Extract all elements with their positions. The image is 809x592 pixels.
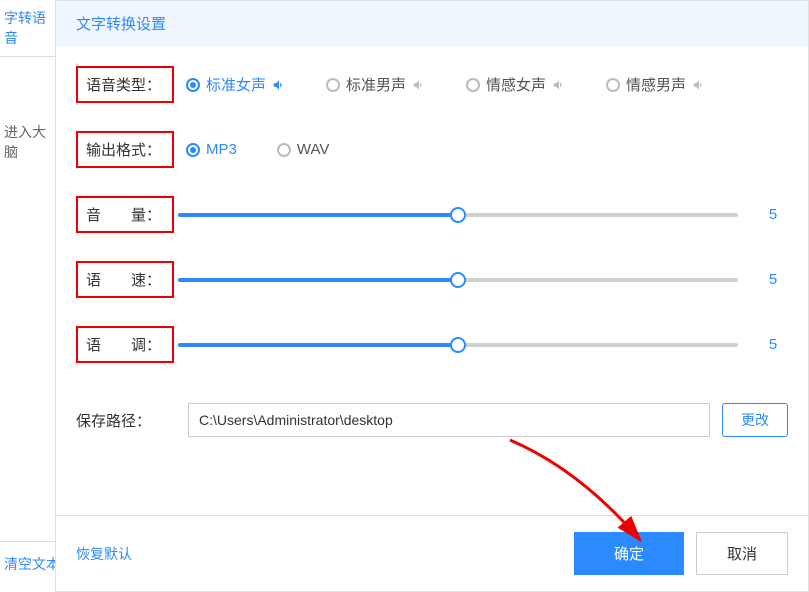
- pitch-value: 5: [758, 336, 788, 353]
- voice-type-option-emotion-female[interactable]: 情感女声: [466, 74, 566, 95]
- confirm-button[interactable]: 确定: [574, 532, 684, 575]
- volume-slider[interactable]: [178, 205, 738, 225]
- bg-tab[interactable]: 字转语音: [0, 0, 55, 57]
- radio-icon: [186, 143, 200, 157]
- bg-clear-button[interactable]: 清空文本: [4, 554, 60, 574]
- speed-label: 语 速：: [76, 261, 174, 298]
- radio-icon: [326, 78, 340, 92]
- radio-label: WAV: [297, 141, 330, 158]
- change-path-button[interactable]: 更改: [722, 403, 788, 437]
- cancel-button[interactable]: 取消: [696, 532, 788, 575]
- volume-value: 5: [758, 206, 788, 223]
- radio-label: 情感女声: [486, 74, 546, 95]
- radio-icon: [186, 78, 200, 92]
- save-path-input[interactable]: [188, 403, 710, 437]
- output-format-option-wav[interactable]: WAV: [277, 141, 330, 158]
- sound-icon: [412, 78, 426, 92]
- settings-panel: 文字转换设置 语音类型： 标准女声 标准男声 情感女声: [55, 0, 809, 592]
- output-format-label: 输出格式：: [76, 131, 174, 168]
- radio-label: 标准女声: [206, 74, 266, 95]
- voice-type-option-emotion-male[interactable]: 情感男声: [606, 74, 706, 95]
- radio-icon: [606, 78, 620, 92]
- pitch-label: 语 调：: [76, 326, 174, 363]
- radio-icon: [277, 143, 291, 157]
- radio-label: 情感男声: [626, 74, 686, 95]
- speed-value: 5: [758, 271, 788, 288]
- speed-slider[interactable]: [178, 270, 738, 290]
- panel-title: 文字转换设置: [56, 1, 808, 46]
- radio-label: 标准男声: [346, 74, 406, 95]
- pitch-slider[interactable]: [178, 335, 738, 355]
- voice-type-label: 语音类型：: [76, 66, 174, 103]
- sound-icon: [552, 78, 566, 92]
- radio-icon: [466, 78, 480, 92]
- sound-icon: [692, 78, 706, 92]
- volume-label: 音 量：: [76, 196, 174, 233]
- voice-type-option-standard-female[interactable]: 标准女声: [186, 74, 286, 95]
- sound-icon: [272, 78, 286, 92]
- radio-label: MP3: [206, 141, 237, 158]
- bg-text-hint: 进入大脑: [0, 57, 55, 162]
- reset-defaults-link[interactable]: 恢复默认: [76, 544, 132, 564]
- save-path-label: 保存路径：: [76, 410, 176, 431]
- voice-type-option-standard-male[interactable]: 标准男声: [326, 74, 426, 95]
- output-format-option-mp3[interactable]: MP3: [186, 141, 237, 158]
